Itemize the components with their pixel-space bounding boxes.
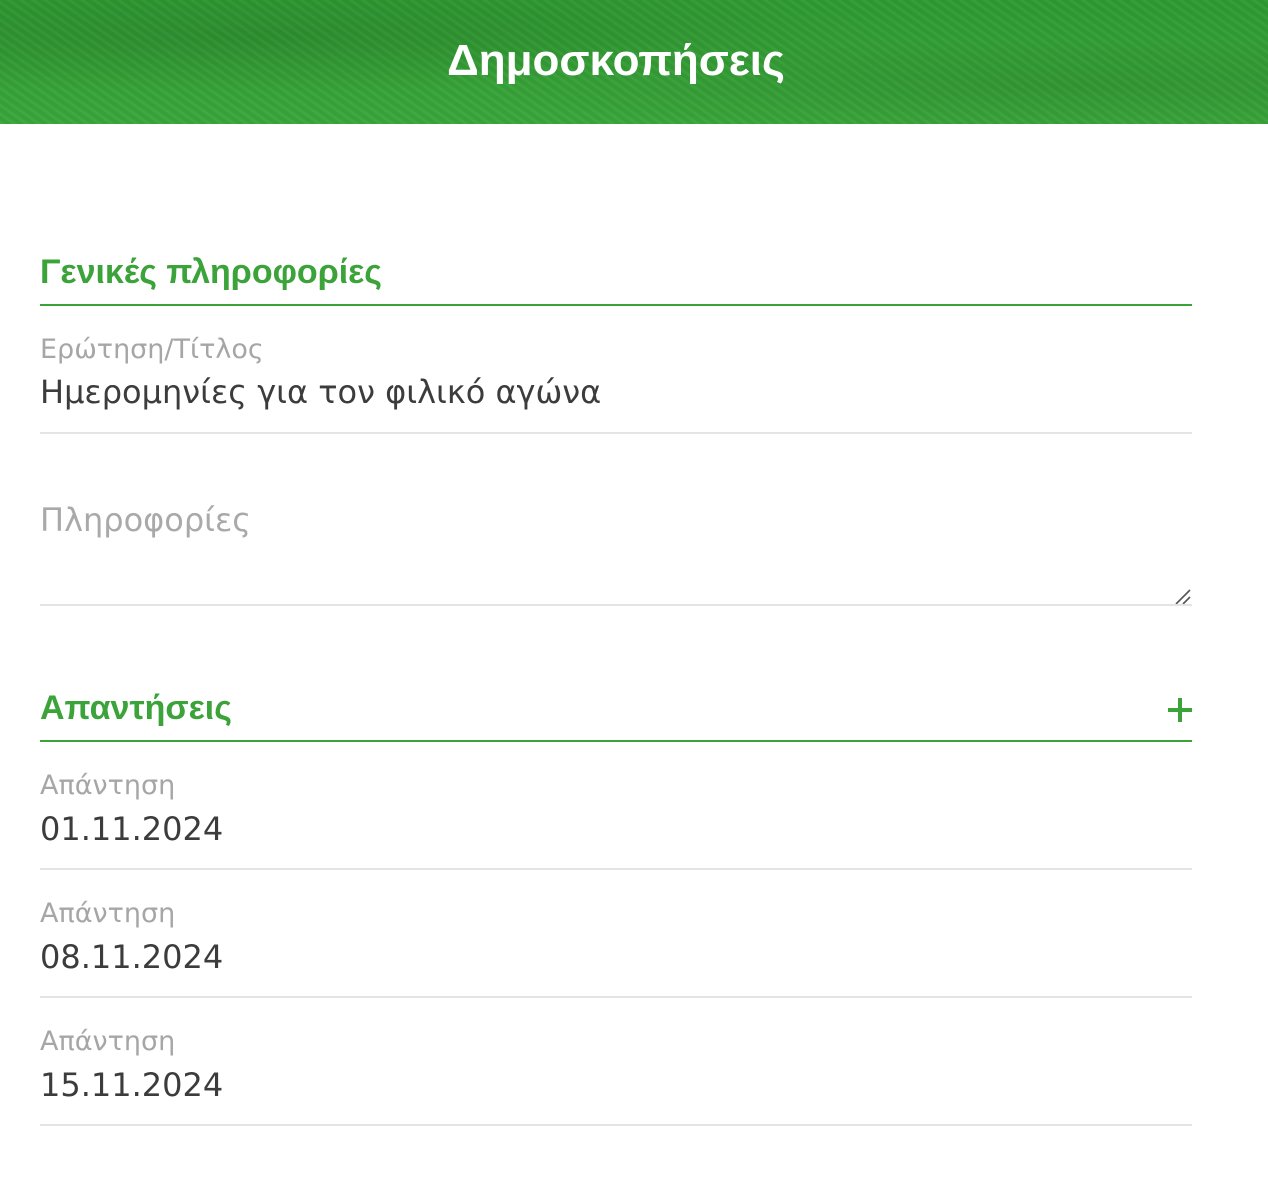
- answer-underline: [40, 868, 1192, 870]
- answer-underline: [40, 1124, 1192, 1126]
- answer-underline: [40, 996, 1192, 998]
- page-title: Δημοσκοπήσεις: [447, 36, 785, 85]
- section-title-general: Γενικές πληροφορίες: [40, 253, 382, 291]
- question-input[interactable]: Ημερομηνίες για τον φιλικό αγώνα: [40, 372, 601, 412]
- answer-label: Απάντηση: [40, 1026, 176, 1057]
- answer-label: Απάντηση: [40, 770, 176, 801]
- answer-label: Απάντηση: [40, 898, 176, 929]
- answer-input[interactable]: 08.11.2024: [40, 937, 223, 977]
- resize-handle-icon[interactable]: [1172, 586, 1192, 606]
- app-header: Δημοσκοπήσεις: [0, 0, 1268, 124]
- question-label: Ερώτηση/Τίτλος: [40, 334, 264, 365]
- answer-input[interactable]: 01.11.2024: [40, 809, 223, 849]
- info-textarea[interactable]: Πληροφορίες: [40, 500, 251, 540]
- answer-input[interactable]: 15.11.2024: [40, 1065, 223, 1105]
- question-underline: [40, 432, 1192, 434]
- info-underline: [40, 604, 1192, 606]
- add-answer-button[interactable]: [1162, 690, 1198, 730]
- section-title-answers: Απαντήσεις: [40, 689, 232, 727]
- section-divider-general: [40, 304, 1192, 306]
- section-divider-answers: [40, 740, 1192, 742]
